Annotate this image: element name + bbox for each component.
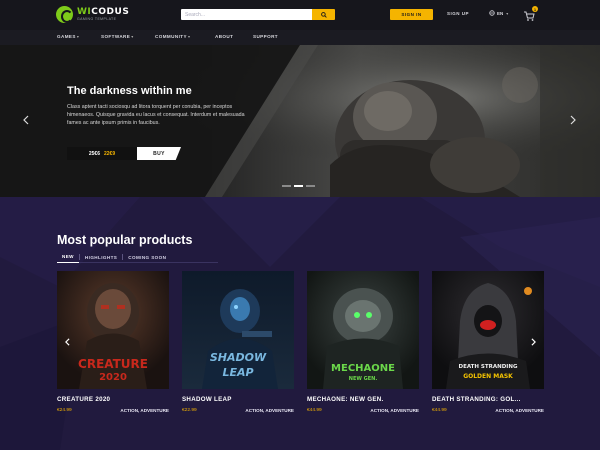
- product-genre: ACTION, ADVENTURE: [370, 408, 419, 413]
- cover-subtitle: 2020: [99, 372, 127, 383]
- product-price: €44.99: [432, 408, 447, 413]
- cover-title: CREATURE: [78, 357, 148, 371]
- hero-price: 25€6 22€9: [67, 147, 137, 160]
- product-title[interactable]: MECHAONE: NEW GEN.: [307, 396, 384, 403]
- chevron-down-icon: ▾: [506, 10, 509, 16]
- slider-dot[interactable]: [306, 185, 315, 187]
- chevron-right-icon: [570, 115, 576, 125]
- products-prev-button[interactable]: [60, 335, 74, 349]
- language-label: EN: [497, 10, 504, 16]
- buy-button[interactable]: BUY: [137, 147, 181, 160]
- product-cover[interactable]: MECHAONE NEW GEN.: [307, 271, 419, 389]
- search-icon: [320, 11, 327, 18]
- nav-item-games[interactable]: GAMES▾: [57, 34, 79, 39]
- hero-slider: The darkness within me Class aptent tact…: [0, 45, 600, 197]
- search-button[interactable]: [312, 9, 335, 20]
- sign-in-button[interactable]: SIGN IN: [390, 9, 433, 20]
- product-card[interactable]: SHADOW LEAP SHADOW LEAP €22.99 ACTION, A…: [182, 271, 294, 413]
- product-card[interactable]: MECHAONE NEW GEN. MECHAONE: NEW GEN. €44…: [307, 271, 419, 413]
- product-title[interactable]: DEATH STRANDING: GOL...: [432, 396, 521, 403]
- product-card[interactable]: DEATH STRANDING GOLDEN MASK DEATH STRAND…: [432, 271, 544, 413]
- product-price: €22.99: [182, 408, 197, 413]
- top-bar: WICODUS GAMING TEMPLATE SIGN IN SIGN UP …: [0, 0, 600, 30]
- cover-subtitle: LEAP: [222, 366, 254, 379]
- slider-dot[interactable]: [294, 185, 303, 187]
- nav-item-about[interactable]: ABOUT: [215, 34, 233, 39]
- search-bar: [181, 9, 335, 20]
- chevron-right-icon: [530, 338, 536, 346]
- product-title[interactable]: CREATURE 2020: [57, 396, 110, 403]
- hero-prev-button[interactable]: [21, 113, 31, 127]
- products-next-button[interactable]: [526, 335, 540, 349]
- product-card[interactable]: CREATURE 2020 CREATURE 2020 €24.99 ACTIO…: [57, 271, 169, 413]
- nav-item-support[interactable]: SUPPORT: [253, 34, 278, 39]
- language-selector[interactable]: EN ▾: [489, 10, 508, 16]
- chevron-down-icon: ▾: [76, 34, 80, 39]
- cover-title: MECHAONE: [331, 363, 395, 374]
- product-genre: ACTION, ADVENTURE: [120, 408, 169, 413]
- nav-item-software[interactable]: SOFTWARE▾: [101, 34, 134, 39]
- product-cover[interactable]: SHADOW LEAP: [182, 271, 294, 389]
- tab-highlights[interactable]: HIGHLIGHTS: [80, 252, 122, 263]
- chevron-left-icon: [64, 338, 70, 346]
- hero-price-old: 22€9: [104, 150, 116, 157]
- chevron-down-icon: ▾: [187, 34, 191, 39]
- product-price: €44.99: [307, 408, 322, 413]
- globe-icon: [489, 10, 495, 16]
- product-cover[interactable]: CREATURE 2020: [57, 271, 169, 389]
- tab-coming-soon[interactable]: COMING SOON: [123, 252, 171, 263]
- product-cover[interactable]: DEATH STRANDING GOLDEN MASK: [432, 271, 544, 389]
- brand-name: WICODUS: [77, 6, 130, 17]
- hero-description: Class aptent tacti sociosqu ad litora to…: [67, 104, 245, 127]
- hero-next-button[interactable]: [568, 113, 578, 127]
- product-price: €24.99: [57, 408, 72, 413]
- tab-new[interactable]: NEW: [57, 252, 79, 263]
- sign-up-link[interactable]: SIGN UP: [447, 11, 469, 16]
- logo[interactable]: WICODUS GAMING TEMPLATE: [56, 6, 129, 23]
- product-tabs: NEW HIGHLIGHTS COMING SOON: [57, 252, 218, 263]
- product-title[interactable]: SHADOW LEAP: [182, 396, 232, 403]
- search-input[interactable]: [181, 9, 312, 20]
- product-genre: ACTION, ADVENTURE: [245, 408, 294, 413]
- cover-subtitle: GOLDEN MASK: [463, 373, 513, 380]
- nav-item-community[interactable]: COMMUNITY▾: [155, 34, 190, 39]
- cart-button[interactable]: 1: [523, 6, 538, 22]
- hero-cta: 25€6 22€9 BUY: [67, 147, 181, 160]
- main-nav: GAMES▾ SOFTWARE▾ COMMUNITY▾ ABOUT SUPPOR…: [0, 30, 600, 45]
- cover-title: SHADOW: [209, 351, 267, 364]
- hero-content: The darkness within me Class aptent tact…: [67, 85, 267, 128]
- slider-dot[interactable]: [282, 185, 291, 187]
- hero-title: The darkness within me: [67, 85, 192, 97]
- product-cover-art: [432, 271, 544, 389]
- hero-price-new: 25€6: [88, 150, 100, 157]
- cover-subtitle: NEW GEN.: [348, 376, 378, 382]
- cover-title: DEATH STRANDING: [458, 364, 518, 370]
- chevron-left-icon: [23, 115, 29, 125]
- brand-tagline: GAMING TEMPLATE: [77, 16, 117, 21]
- slider-dots: [282, 185, 315, 187]
- popular-products-section: Most popular products NEW HIGHLIGHTS COM…: [0, 197, 600, 450]
- cart-count-badge: 1: [532, 6, 538, 12]
- chevron-down-icon: ▾: [131, 34, 134, 39]
- product-genre: ACTION, ADVENTURE: [495, 408, 544, 413]
- logo-mark-icon: [56, 6, 73, 23]
- section-title: Most popular products: [57, 233, 193, 247]
